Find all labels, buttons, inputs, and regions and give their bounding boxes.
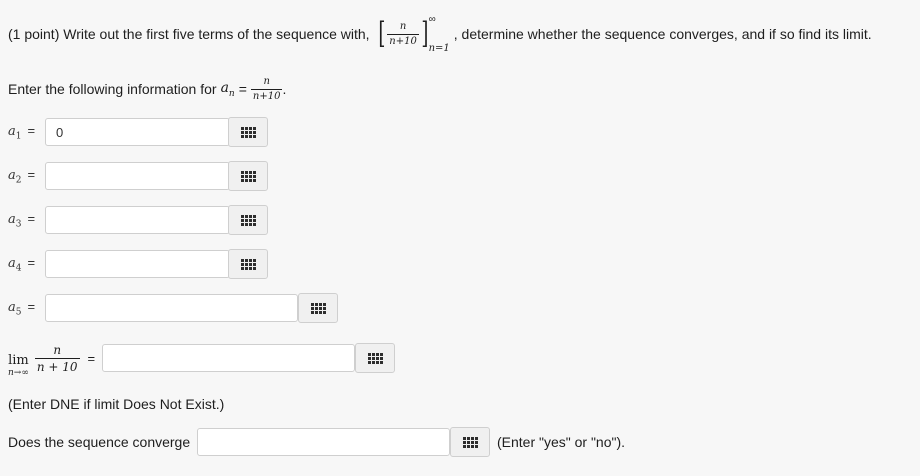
- term-input-2[interactable]: [45, 162, 230, 190]
- term-label-2: a2 =: [8, 167, 36, 186]
- converge-hint: (Enter "yes" or "no").: [497, 434, 626, 450]
- question-text: (1 point) Write out the first five terms…: [8, 14, 872, 54]
- instruction-line: Enter the following information for an =…: [8, 74, 286, 104]
- keypad-icon: [367, 352, 383, 364]
- keypad-button-4[interactable]: [228, 249, 268, 279]
- term-input-3[interactable]: [45, 206, 230, 234]
- limit-input[interactable]: [102, 344, 355, 372]
- sequence-notation: [ n n+10 ] ∞ n=1: [377, 14, 450, 54]
- term-label-3: a3 =: [8, 211, 36, 230]
- term-label-4: a4 =: [8, 255, 36, 274]
- keypad-button-converge[interactable]: [450, 427, 490, 457]
- dne-note: (Enter DNE if limit Does Not Exist.): [8, 396, 225, 412]
- term-label-5: a5 =: [8, 299, 36, 318]
- keypad-button-limit[interactable]: [355, 343, 395, 373]
- converge-input[interactable]: [197, 428, 450, 456]
- keypad-button-5[interactable]: [298, 293, 338, 323]
- keypad-button-1[interactable]: [228, 117, 268, 147]
- converge-label: Does the sequence converge: [8, 434, 191, 450]
- instruction-end: .: [282, 81, 287, 97]
- term-input-1[interactable]: [45, 118, 230, 146]
- question-suffix: , determine whether the sequence converg…: [453, 26, 872, 42]
- keypad-button-2[interactable]: [228, 161, 268, 191]
- term-label-1: a1 =: [8, 123, 36, 142]
- keypad-icon: [240, 170, 256, 182]
- term-input-5[interactable]: [45, 294, 298, 322]
- keypad-button-3[interactable]: [228, 205, 268, 235]
- sequence-sub: n=1: [428, 43, 450, 54]
- sequence-fraction: n n+10: [387, 20, 419, 47]
- keypad-icon: [240, 126, 256, 138]
- keypad-icon: [310, 302, 326, 314]
- instruction-eq: =: [238, 81, 247, 97]
- limit-lim: lim: [8, 352, 29, 368]
- limit-sub: n→∞: [8, 367, 29, 378]
- instruction-fraction: n n+10: [250, 75, 283, 102]
- limit-fraction: n n + 10: [34, 342, 80, 374]
- instruction-var: an: [220, 79, 235, 99]
- sequence-sup: ∞: [428, 14, 436, 25]
- keypad-icon: [240, 258, 256, 270]
- term-input-4[interactable]: [45, 250, 230, 278]
- keypad-icon: [240, 214, 256, 226]
- instruction-text: Enter the following information for: [8, 81, 217, 97]
- question-prefix: (1 point) Write out the first five terms…: [8, 26, 370, 42]
- keypad-icon: [462, 436, 478, 448]
- limit-eq: =: [87, 350, 96, 366]
- limit-expression: lim n→∞ n n + 10 =: [8, 336, 95, 380]
